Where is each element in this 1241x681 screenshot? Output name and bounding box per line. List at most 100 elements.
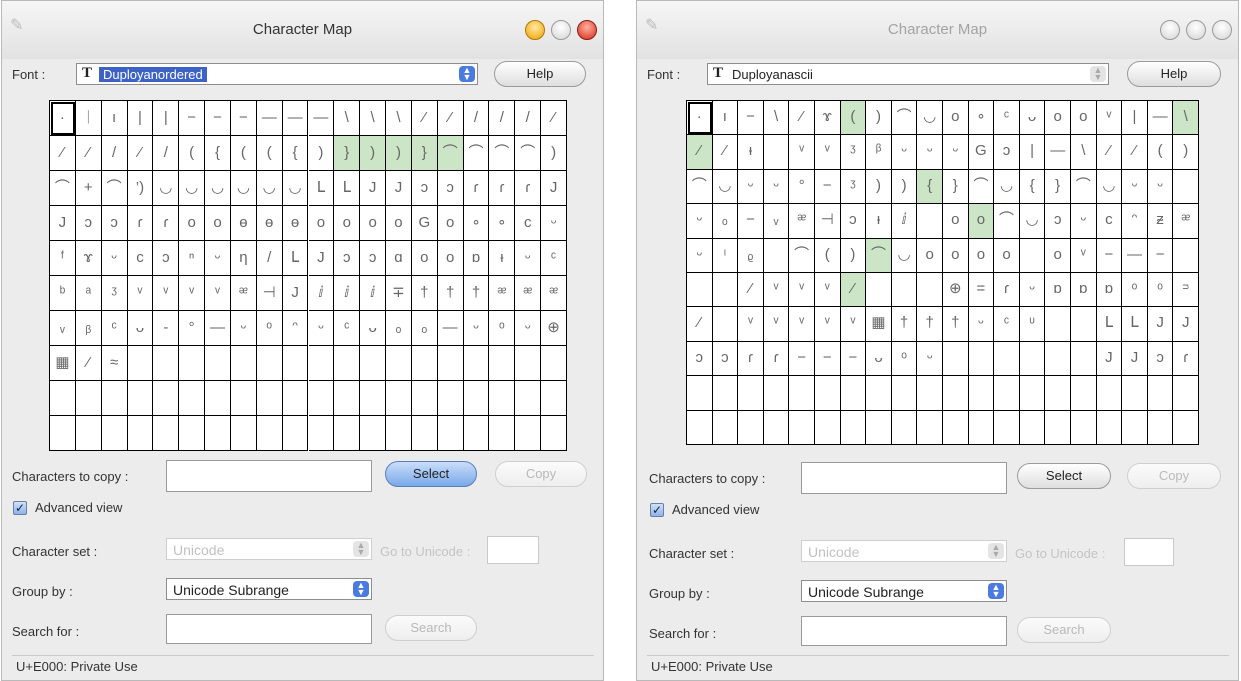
glyph-cell[interactable]: ɾ xyxy=(489,171,516,206)
glyph-cell[interactable] xyxy=(256,381,283,416)
glyph-cell[interactable]: ↄ xyxy=(75,206,102,241)
glyph-cell[interactable] xyxy=(789,376,815,411)
glyph-cell[interactable]: ɤ xyxy=(815,101,841,136)
glyph-cell[interactable]: o xyxy=(917,238,943,273)
glyph-cell[interactable]: — xyxy=(437,311,464,346)
glyph-cell[interactable]: ᵛ xyxy=(179,276,206,311)
glyph-cell[interactable] xyxy=(230,381,257,416)
glyph-cell[interactable] xyxy=(815,410,841,445)
glyph-cell[interactable]: J xyxy=(1147,307,1174,342)
glyph-cell[interactable] xyxy=(101,381,128,416)
glyph-cell[interactable]: o xyxy=(943,238,969,273)
glyph-cell[interactable] xyxy=(386,416,412,451)
glyph-cell[interactable]: ) xyxy=(1173,135,1199,170)
glyph-cell[interactable]: / xyxy=(256,241,283,276)
glyph-cell[interactable] xyxy=(1122,410,1148,445)
advanced-view-checkbox[interactable]: ✓ xyxy=(13,501,27,515)
glyph-cell[interactable]: ᵕ xyxy=(687,238,713,273)
glyph-cell[interactable]: ᒪ xyxy=(1096,307,1123,342)
glyph-cell[interactable]: - xyxy=(153,311,180,346)
minimize-button[interactable] xyxy=(551,20,571,40)
glyph-cell[interactable]: | xyxy=(127,101,154,136)
glyph-cell[interactable]: ᶠ xyxy=(50,241,76,276)
glyph-cell[interactable] xyxy=(179,381,206,416)
group-by-select[interactable]: Unicode Subrange ▲ ▼ xyxy=(166,578,372,600)
minimize-button[interactable] xyxy=(1186,20,1206,40)
close-button[interactable] xyxy=(577,20,597,40)
glyph-cell[interactable] xyxy=(1071,307,1097,342)
glyph-cell[interactable] xyxy=(891,376,918,411)
glyph-cell[interactable] xyxy=(127,381,154,416)
glyph-cell[interactable]: ᵒ xyxy=(256,311,283,346)
close-button[interactable] xyxy=(1212,20,1232,40)
glyph-cell[interactable]: ⁄ xyxy=(75,346,102,381)
glyph-cell[interactable]: ᵛ xyxy=(815,135,841,170)
glyph-cell[interactable]: ɔ xyxy=(994,135,1020,170)
glyph-cell[interactable]: ɾ xyxy=(515,171,542,206)
glyph-cell[interactable]: ⁄ xyxy=(712,135,739,170)
glyph-cell[interactable] xyxy=(153,381,180,416)
glyph-cell[interactable]: ᵼ xyxy=(489,241,516,276)
glyph-cell[interactable]: † xyxy=(463,276,490,311)
glyph-cell[interactable] xyxy=(738,410,764,445)
glyph-cell[interactable]: ( xyxy=(840,101,867,136)
glyph-cell[interactable]: ᵛ xyxy=(1071,238,1097,273)
glyph-cell[interactable]: ᵆ xyxy=(489,276,516,311)
glyph-cell[interactable]: ᶾ xyxy=(840,135,867,170)
glyph-cell[interactable]: ᵛ xyxy=(127,276,154,311)
glyph-cell[interactable]: ᵕ xyxy=(1019,273,1046,308)
glyph-cell[interactable] xyxy=(1019,341,1046,377)
glyph-cell[interactable]: ᵒ xyxy=(1147,273,1174,308)
goto-unicode-field[interactable] xyxy=(487,536,539,564)
glyph-cell[interactable]: — xyxy=(282,101,309,136)
glyph-cell[interactable]: ↄ xyxy=(334,241,361,276)
glyph-cell[interactable] xyxy=(943,341,969,377)
glyph-cell[interactable] xyxy=(1019,376,1046,411)
glyph-cell[interactable] xyxy=(1096,376,1123,411)
advanced-view-checkbox[interactable]: ✓ xyxy=(650,503,664,517)
glyph-cell[interactable]: ) xyxy=(866,169,892,205)
glyph-cell[interactable]: ɾ xyxy=(763,341,790,377)
glyph-cell[interactable] xyxy=(1173,376,1199,411)
glyph-cell[interactable]: ᵃ xyxy=(75,276,102,311)
glyph-cell[interactable]: c xyxy=(515,206,542,241)
glyph-cell[interactable]: ɾ xyxy=(463,171,490,206)
glyph-cell[interactable]: ⌒ xyxy=(50,171,76,206)
glyph-cell[interactable]: ᒪ xyxy=(1122,307,1148,342)
glyph-cell[interactable]: ᒪ xyxy=(334,171,361,206)
glyph-cell[interactable] xyxy=(763,410,790,445)
search-field[interactable] xyxy=(166,614,372,644)
glyph-cell[interactable]: / xyxy=(101,136,128,171)
help-button[interactable]: Help xyxy=(1127,61,1221,87)
glyph-cell[interactable]: o xyxy=(1071,101,1097,136)
glyph-cell[interactable] xyxy=(334,381,361,416)
glyph-cell[interactable]: ◡ xyxy=(994,169,1020,205)
glyph-cell[interactable]: J xyxy=(282,276,309,311)
glyph-cell[interactable]: ◡ xyxy=(179,171,206,206)
glyph-cell[interactable]: ₒ xyxy=(411,311,438,346)
glyph-cell[interactable] xyxy=(230,416,257,451)
glyph-cell[interactable] xyxy=(917,376,943,411)
select-button[interactable]: Select xyxy=(385,461,477,487)
glyph-cell[interactable]: ᶸ xyxy=(1019,307,1046,342)
glyph-cell[interactable]: ° xyxy=(789,169,815,205)
glyph-cell[interactable]: − xyxy=(738,204,764,239)
glyph-cell[interactable]: { xyxy=(205,136,231,171)
glyph-cell[interactable]: − xyxy=(179,101,206,136)
glyph-cell[interactable]: ◡ xyxy=(712,169,739,205)
glyph-cell[interactable]: ◡ xyxy=(256,171,283,206)
glyph-cell[interactable]: o xyxy=(943,204,969,239)
glyph-cell[interactable] xyxy=(308,416,335,451)
glyph-cell[interactable] xyxy=(334,346,361,381)
glyph-cell[interactable]: − xyxy=(1147,238,1174,273)
glyph-cell[interactable]: | xyxy=(1019,135,1046,170)
glyph-cell[interactable]: † xyxy=(437,276,464,311)
glyph-cell[interactable]: o xyxy=(179,206,206,241)
glyph-cell[interactable]: ⌒ xyxy=(789,238,815,273)
glyph-cell[interactable]: — xyxy=(256,101,283,136)
glyph-cell[interactable]: J xyxy=(1173,307,1199,342)
glyph-cell[interactable]: ⊣ xyxy=(815,204,841,239)
glyph-cell[interactable] xyxy=(489,346,516,381)
font-select[interactable]: T Duployanordered ▲ ▼ xyxy=(76,63,478,85)
glyph-cell[interactable]: ≈ xyxy=(101,346,128,381)
